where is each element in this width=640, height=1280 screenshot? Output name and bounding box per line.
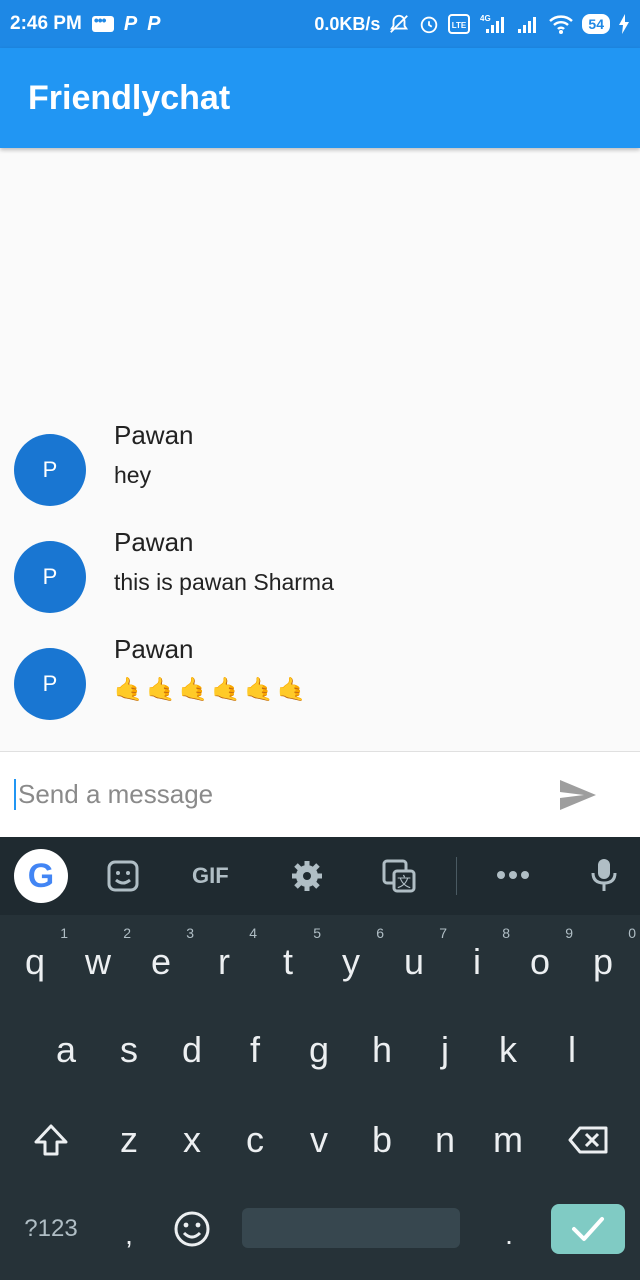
network-speed: 0.0KB/s — [314, 13, 381, 34]
key-j[interactable]: j — [424, 1025, 466, 1075]
key-t[interactable]: t5 — [267, 925, 321, 987]
key-b[interactable]: b — [361, 1115, 403, 1165]
key-a[interactable]: a — [45, 1025, 87, 1075]
key-k[interactable]: k — [487, 1025, 529, 1075]
p-icon: P — [147, 12, 161, 35]
shift-key[interactable] — [28, 1115, 74, 1165]
message-item: P Pawan hey — [0, 420, 640, 532]
key-o[interactable]: o9 — [519, 925, 573, 987]
key-f[interactable]: f — [234, 1025, 276, 1075]
avatar: P — [14, 541, 86, 613]
key-q[interactable]: q1 — [14, 925, 68, 987]
period-key[interactable]: . — [492, 1213, 526, 1257]
key-u[interactable]: u7 — [393, 925, 447, 987]
key-w[interactable]: w2 — [77, 925, 131, 987]
p-icon: P — [123, 12, 138, 35]
key-g[interactable]: g — [298, 1025, 340, 1075]
message-item: P Pawan 🤙🤙🤙🤙🤙🤙 — [0, 634, 640, 746]
gif-icon[interactable]: GIF — [192, 863, 229, 889]
shift-icon — [34, 1124, 68, 1156]
key-c[interactable]: c — [234, 1115, 276, 1165]
signal-icon — [516, 13, 540, 35]
message-item: P Pawan this is pawan Sharma — [0, 527, 640, 639]
key-e[interactable]: e3 — [140, 925, 194, 987]
message-input[interactable] — [14, 779, 524, 810]
send-icon — [560, 780, 596, 810]
settings-icon[interactable] — [290, 859, 324, 893]
emoji-icon — [174, 1211, 210, 1247]
backspace-icon — [568, 1126, 608, 1154]
check-icon — [572, 1217, 604, 1241]
battery-indicator: 54 — [582, 14, 610, 34]
message-sender: Pawan — [114, 527, 194, 557]
key-s[interactable]: s — [108, 1025, 150, 1075]
translate-icon[interactable]: 文 — [382, 859, 416, 893]
app-bar: Friendlychat — [0, 48, 640, 148]
send-button[interactable] — [558, 778, 598, 812]
toolbar-divider — [456, 857, 457, 895]
key-x[interactable]: x — [171, 1115, 213, 1165]
alarm-icon — [418, 13, 440, 35]
avatar: P — [14, 648, 86, 720]
message-text: 🤙🤙🤙🤙🤙🤙 — [114, 676, 310, 702]
key-r[interactable]: r4 — [203, 925, 257, 987]
svg-text:LTE: LTE — [452, 21, 467, 30]
message-icon — [91, 12, 114, 32]
app-title: Friendlychat — [28, 78, 231, 117]
message-text: this is pawan Sharma — [114, 569, 334, 595]
more-icon[interactable] — [496, 869, 530, 881]
enter-key[interactable] — [551, 1204, 625, 1254]
volte-icon: LTE — [448, 14, 471, 34]
message-sender: Pawan — [114, 634, 194, 664]
key-l[interactable]: l — [551, 1025, 593, 1075]
bell-off-icon — [388, 13, 410, 35]
key-p[interactable]: p0 — [582, 925, 636, 987]
status-bar-right: 0.0KB/s LTE 4G 54 — [314, 13, 630, 35]
wifi-icon — [548, 13, 574, 35]
key-i[interactable]: i8 — [456, 925, 510, 987]
message-text: hey — [114, 462, 152, 488]
key-m[interactable]: m — [487, 1115, 529, 1165]
keyboard-toolbar: G GIF 文 — [0, 837, 640, 915]
key-h[interactable]: h — [361, 1025, 403, 1075]
key-d[interactable]: d — [171, 1025, 213, 1075]
status-time: 2:46 PM — [10, 13, 82, 34]
mic-icon[interactable] — [590, 857, 618, 893]
google-icon[interactable]: G — [14, 849, 68, 903]
charging-icon — [618, 14, 630, 34]
lte-label: 4G — [480, 14, 491, 23]
message-list[interactable]: P Pawan hey P Pawan this is pawan Sharma… — [0, 148, 640, 751]
status-bar-left: 2:46 PM P P — [10, 12, 161, 36]
keyboard: G GIF 文 q1 w2 e3 r4 t5 y6 u7 i8 o9 p0 a … — [0, 837, 640, 1280]
key-z[interactable]: z — [108, 1115, 150, 1165]
backspace-key[interactable] — [564, 1117, 612, 1163]
message-composer — [0, 751, 640, 837]
message-sender: Pawan — [114, 420, 194, 450]
symbols-key[interactable]: ?123 — [14, 1207, 88, 1251]
signal-4g-icon: 4G — [478, 13, 508, 35]
key-y[interactable]: y6 — [330, 925, 384, 987]
key-n[interactable]: n — [424, 1115, 466, 1165]
status-bar: 2:46 PM P P 0.0KB/s LTE 4G 54 — [0, 0, 640, 48]
comma-key[interactable]: , — [112, 1213, 146, 1257]
key-v[interactable]: v — [298, 1115, 340, 1165]
svg-text:文: 文 — [397, 875, 411, 891]
avatar: P — [14, 434, 86, 506]
emoji-key[interactable] — [172, 1207, 212, 1251]
sticker-icon[interactable] — [106, 859, 140, 893]
space-key[interactable] — [242, 1208, 460, 1248]
